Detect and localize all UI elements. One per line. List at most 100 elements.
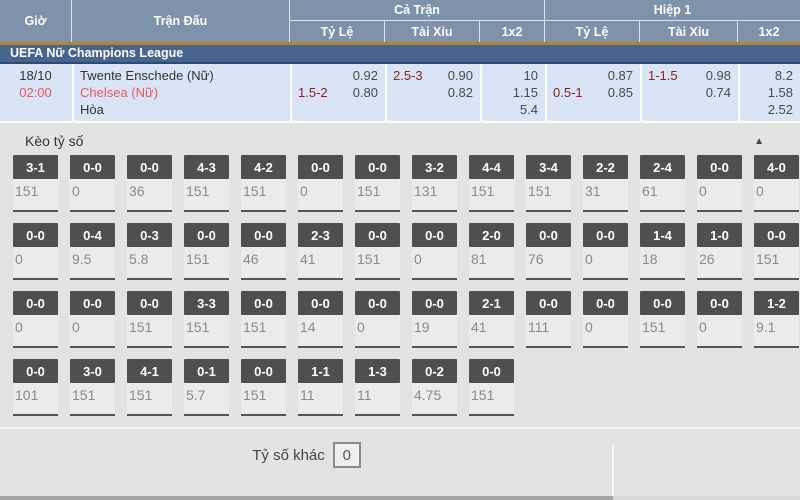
full-1x2-home[interactable]: 10: [482, 67, 545, 84]
score-cell[interactable]: 0-076: [526, 223, 571, 280]
score-label[interactable]: 0-0: [697, 291, 742, 315]
score-cell[interactable]: 2-141: [469, 291, 514, 348]
score-cell[interactable]: 0-046: [241, 223, 286, 280]
score-cell[interactable]: 0-036: [127, 155, 172, 212]
score-cell[interactable]: 0-49.5: [70, 223, 115, 280]
score-label[interactable]: 0-0: [355, 291, 400, 315]
score-cell[interactable]: 1-29.1: [754, 291, 799, 348]
score-label[interactable]: 3-1: [13, 155, 58, 179]
score-cell[interactable]: 2-461: [640, 155, 685, 212]
full-overunder-cell[interactable]: 2.5-3 0.90 0.82: [385, 64, 480, 121]
score-label[interactable]: 1-4: [640, 223, 685, 247]
score-cell[interactable]: 1-111: [298, 359, 343, 416]
score-label[interactable]: 1-3: [355, 359, 400, 383]
score-label[interactable]: 2-4: [640, 155, 685, 179]
score-cell[interactable]: 0-0111: [526, 291, 571, 348]
league-header[interactable]: UEFA Nữ Champions League: [0, 45, 800, 64]
half-1x2-home[interactable]: 8.2: [740, 67, 800, 84]
score-cell[interactable]: 0-00: [412, 223, 457, 280]
score-cell[interactable]: 0-00: [70, 291, 115, 348]
score-label[interactable]: 2-1: [469, 291, 514, 315]
score-cell[interactable]: 4-2151: [241, 155, 286, 212]
score-label[interactable]: 0-1: [184, 359, 229, 383]
score-cell[interactable]: 0-15.7: [184, 359, 229, 416]
half-under-odds[interactable]: 0.74: [706, 84, 731, 101]
score-label[interactable]: 0-0: [70, 155, 115, 179]
half-1x2-away[interactable]: 1.58: [740, 84, 800, 101]
score-label[interactable]: 0-0: [13, 223, 58, 247]
full-handicap-cell[interactable]: 0.92 1.5-2 0.80: [290, 64, 385, 121]
score-cell[interactable]: 4-4151: [469, 155, 514, 212]
score-label[interactable]: 0-0: [526, 291, 571, 315]
half-handicap-home-odds[interactable]: 0.87: [608, 67, 633, 84]
score-cell[interactable]: 4-3151: [184, 155, 229, 212]
score-label[interactable]: 0-0: [754, 223, 799, 247]
score-label[interactable]: 3-3: [184, 291, 229, 315]
score-label[interactable]: 0-0: [583, 223, 628, 247]
score-label[interactable]: 0-0: [298, 291, 343, 315]
score-label[interactable]: 0-0: [355, 155, 400, 179]
score-label[interactable]: 1-2: [754, 291, 799, 315]
score-cell[interactable]: 3-3151: [184, 291, 229, 348]
full-handicap-home-odds[interactable]: 0.92: [353, 67, 378, 84]
score-cell[interactable]: 0-0151: [241, 291, 286, 348]
collapse-arrow-icon[interactable]: ▲: [754, 136, 764, 147]
full-1x2-draw[interactable]: 5.4: [482, 101, 545, 118]
score-label[interactable]: 0-0: [355, 223, 400, 247]
score-cell[interactable]: 0-0151: [184, 223, 229, 280]
score-cell[interactable]: 3-2131: [412, 155, 457, 212]
score-cell[interactable]: 0-0151: [127, 291, 172, 348]
score-cell[interactable]: 1-311: [355, 359, 400, 416]
score-cell[interactable]: 0-00: [583, 223, 628, 280]
score-panel-header[interactable]: Kèo tỷ số ▲: [0, 123, 800, 153]
score-label[interactable]: 1-0: [697, 223, 742, 247]
score-label[interactable]: 0-0: [241, 291, 286, 315]
score-label[interactable]: 2-3: [298, 223, 343, 247]
score-cell[interactable]: 0-0151: [640, 291, 685, 348]
scrollbar-thumb[interactable]: [0, 496, 613, 500]
score-cell[interactable]: 3-0151: [70, 359, 115, 416]
score-label[interactable]: 0-0: [640, 291, 685, 315]
half-handicap-cell[interactable]: 0.87 0.5-1 0.85: [545, 64, 640, 121]
half-handicap-away-odds[interactable]: 0.85: [608, 84, 633, 101]
score-label[interactable]: 0-0: [127, 291, 172, 315]
score-cell[interactable]: 3-1151: [13, 155, 58, 212]
score-label[interactable]: 1-1: [298, 359, 343, 383]
score-label[interactable]: 0-0: [184, 223, 229, 247]
full-under-odds[interactable]: 0.82: [448, 84, 473, 101]
score-cell[interactable]: 1-026: [697, 223, 742, 280]
score-label[interactable]: 0-0: [412, 223, 457, 247]
score-cell[interactable]: 0-014: [298, 291, 343, 348]
horizontal-scrollbar[interactable]: [0, 496, 800, 500]
score-cell[interactable]: 0-019: [412, 291, 457, 348]
score-label[interactable]: 4-3: [184, 155, 229, 179]
score-cell[interactable]: 4-1151: [127, 359, 172, 416]
full-over-odds[interactable]: 0.90: [448, 67, 473, 84]
half-1x2-cell[interactable]: 8.2 1.58 2.52: [738, 64, 800, 121]
score-label[interactable]: 2-0: [469, 223, 514, 247]
score-cell[interactable]: 0-00: [70, 155, 115, 212]
score-label[interactable]: 0-0: [13, 291, 58, 315]
score-label[interactable]: 4-4: [469, 155, 514, 179]
score-label[interactable]: 0-0: [526, 223, 571, 247]
score-cell[interactable]: 4-00: [754, 155, 799, 212]
score-label[interactable]: 3-4: [526, 155, 571, 179]
score-cell[interactable]: 1-418: [640, 223, 685, 280]
score-label[interactable]: 4-1: [127, 359, 172, 383]
score-label[interactable]: 0-0: [298, 155, 343, 179]
score-cell[interactable]: 0-00: [583, 291, 628, 348]
score-label[interactable]: 0-0: [127, 155, 172, 179]
score-label[interactable]: 0-3: [127, 223, 172, 247]
score-cell[interactable]: 0-00: [13, 223, 58, 280]
score-cell[interactable]: 0-00: [13, 291, 58, 348]
score-cell[interactable]: 2-231: [583, 155, 628, 212]
other-score-box[interactable]: 0: [333, 442, 361, 468]
score-label[interactable]: 4-2: [241, 155, 286, 179]
score-cell[interactable]: 0-0151: [355, 155, 400, 212]
score-cell[interactable]: 0-00: [697, 291, 742, 348]
score-label[interactable]: 4-0: [754, 155, 799, 179]
score-label[interactable]: 0-0: [241, 359, 286, 383]
score-cell[interactable]: 2-081: [469, 223, 514, 280]
score-label[interactable]: 2-2: [583, 155, 628, 179]
score-label[interactable]: 0-2: [412, 359, 457, 383]
